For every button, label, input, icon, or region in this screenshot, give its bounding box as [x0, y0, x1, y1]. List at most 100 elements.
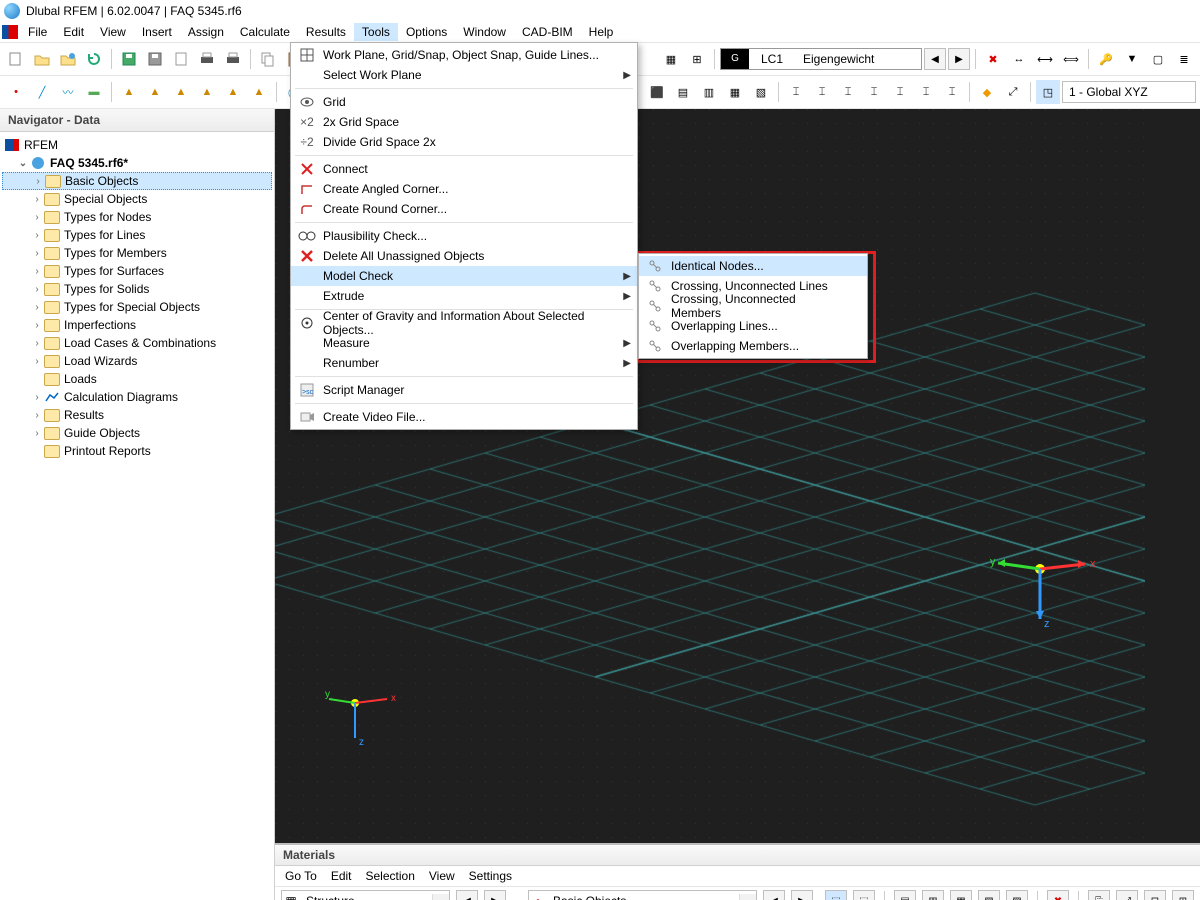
expand-icon[interactable] [30, 444, 44, 458]
materials-menu-settings[interactable]: Settings [469, 869, 512, 883]
section3-icon[interactable]: ⌶ [836, 80, 860, 104]
tree-root[interactable]: RFEM [2, 136, 272, 154]
structure-combo[interactable]: ▦ Structure ⌄ [281, 890, 450, 900]
support2-icon[interactable]: ▲ [143, 80, 167, 104]
box-icon[interactable]: ▢ [1146, 47, 1170, 71]
curve-icon[interactable]: 〰 [56, 80, 80, 104]
tree-item-guide-objects[interactable]: ›Guide Objects [2, 424, 272, 442]
refresh-icon[interactable] [82, 47, 106, 71]
load-case-selector[interactable]: G LC1 Eigengewicht [720, 48, 922, 70]
grid-btn4-icon[interactable]: ▧ [978, 890, 1000, 900]
tree-item-types-for-members[interactable]: ›Types for Members [2, 244, 272, 262]
expand-icon[interactable]: › [30, 282, 44, 296]
print2-icon[interactable] [221, 47, 245, 71]
grid-toggle-icon[interactable]: ▦ [659, 47, 683, 71]
expand-icon[interactable]: › [30, 390, 44, 404]
support3-icon[interactable]: ▲ [169, 80, 193, 104]
app-logo-icon[interactable] [2, 25, 18, 39]
submenu-item-overlapping-lines[interactable]: Overlapping Lines... [639, 316, 867, 336]
combo-next-icon[interactable]: ▶ [484, 890, 506, 900]
support6-icon[interactable]: ▲ [247, 80, 271, 104]
menu-calculate[interactable]: Calculate [232, 23, 298, 41]
misc2-icon[interactable]: ⤢ [1116, 890, 1138, 900]
materials-menu-view[interactable]: View [429, 869, 455, 883]
menu-item-create-round-corner[interactable]: Create Round Corner... [291, 199, 637, 219]
cs-plane-icon[interactable]: ◳ [1036, 80, 1060, 104]
menu-window[interactable]: Window [455, 23, 514, 41]
doc-icon[interactable] [169, 47, 193, 71]
expand-icon[interactable]: › [30, 336, 44, 350]
line-icon[interactable]: ╱ [30, 80, 54, 104]
open-cloud-icon[interactable] [56, 47, 80, 71]
menu-file[interactable]: File [20, 23, 55, 41]
lc-next-icon[interactable]: ▶ [948, 48, 970, 70]
menu-item-2x-grid-space[interactable]: ×22x Grid Space [291, 112, 637, 132]
misc4-icon[interactable]: ⊞ [1172, 890, 1194, 900]
basic-objects-combo[interactable]: • Basic Objects ⌄ [528, 890, 757, 900]
menu-item-grid[interactable]: Grid [291, 92, 637, 112]
dimension3-icon[interactable]: ⟺ [1059, 47, 1083, 71]
expand-icon[interactable]: › [31, 174, 45, 188]
layers-icon[interactable]: ≣ [1172, 47, 1196, 71]
submenu-item-identical-nodes[interactable]: Identical Nodes... [639, 256, 867, 276]
misc1-icon[interactable]: ⎘ [1088, 890, 1110, 900]
section6-icon[interactable]: ⌶ [914, 80, 938, 104]
tree-item-printout-reports[interactable]: Printout Reports [2, 442, 272, 460]
copy-icon[interactable] [256, 47, 280, 71]
color-icon[interactable]: ◆ [975, 80, 999, 104]
collapse-icon[interactable]: ⌄ [16, 156, 30, 170]
view6-icon[interactable]: ▧ [749, 80, 773, 104]
combo-prev-icon[interactable]: ◀ [456, 890, 478, 900]
tree-item-types-for-lines[interactable]: ›Types for Lines [2, 226, 272, 244]
grid-btn1-icon[interactable]: ▤ [894, 890, 916, 900]
misc3-icon[interactable]: ⊡ [1144, 890, 1166, 900]
tree-item-load-wizards[interactable]: ›Load Wizards [2, 352, 272, 370]
member-icon[interactable]: ▬ [82, 80, 106, 104]
select-mode2-icon[interactable]: ⬚ [853, 890, 875, 900]
tree-item-load-cases-combinations[interactable]: ›Load Cases & Combinations [2, 334, 272, 352]
expand-icon[interactable] [30, 372, 44, 386]
materials-menu-go-to[interactable]: Go To [285, 869, 317, 883]
new-file-icon[interactable] [4, 47, 28, 71]
menu-item-center-of-gravity-and-information-about-selected-objects[interactable]: Center of Gravity and Information About … [291, 313, 637, 333]
open-folder-icon[interactable] [30, 47, 54, 71]
save-as-icon[interactable] [143, 47, 167, 71]
menu-item-select-work-plane[interactable]: Select Work Plane▶ [291, 65, 637, 85]
menu-item-connect[interactable]: Connect [291, 159, 637, 179]
menu-insert[interactable]: Insert [134, 23, 180, 41]
cancel-icon[interactable]: ✖ [1047, 890, 1069, 900]
snap-icon[interactable]: ⊞ [685, 47, 709, 71]
combo2-prev-icon[interactable]: ◀ [763, 890, 785, 900]
expand-icon[interactable]: › [30, 426, 44, 440]
tree-item-results[interactable]: ›Results [2, 406, 272, 424]
lc-prev-icon[interactable]: ◀ [924, 48, 946, 70]
menu-item-create-angled-corner[interactable]: Create Angled Corner... [291, 179, 637, 199]
filter-icon[interactable]: ▼ [1120, 47, 1144, 71]
grid-btn5-icon[interactable]: ▨ [1006, 890, 1028, 900]
section2-icon[interactable]: ⌶ [810, 80, 834, 104]
view5-icon[interactable]: ▦ [723, 80, 747, 104]
chevron-down-icon[interactable]: ⌄ [739, 894, 756, 900]
view4-icon[interactable]: ▥ [697, 80, 721, 104]
menu-options[interactable]: Options [398, 23, 455, 41]
tree-item-types-for-solids[interactable]: ›Types for Solids [2, 280, 272, 298]
menu-item-work-plane-grid-snap-object-snap-guide-lines[interactable]: Work Plane, Grid/Snap, Object Snap, Guid… [291, 45, 637, 65]
expand-icon[interactable]: › [30, 408, 44, 422]
menu-item-extrude[interactable]: Extrude▶ [291, 286, 637, 306]
menu-item-delete-all-unassigned-objects[interactable]: Delete All Unassigned Objects [291, 246, 637, 266]
tree-file[interactable]: ⌄ FAQ 5345.rf6* [2, 154, 272, 172]
materials-menu-selection[interactable]: Selection [366, 869, 415, 883]
menu-item-divide-grid-space-2x[interactable]: ÷2Divide Grid Space 2x [291, 132, 637, 152]
menu-item-script-manager[interactable]: >scScript Manager [291, 380, 637, 400]
support1-icon[interactable]: ▲ [117, 80, 141, 104]
print-icon[interactable] [195, 47, 219, 71]
chevron-down-icon[interactable]: ⌄ [432, 894, 449, 900]
menu-item-renumber[interactable]: Renumber▶ [291, 353, 637, 373]
view3-icon[interactable]: ▤ [671, 80, 695, 104]
menu-cad-bim[interactable]: CAD-BIM [514, 23, 581, 41]
menu-item-plausibility-check[interactable]: Plausibility Check... [291, 226, 637, 246]
menu-item-measure[interactable]: Measure▶ [291, 333, 637, 353]
section7-icon[interactable]: ⌶ [940, 80, 964, 104]
tree-item-types-for-nodes[interactable]: ›Types for Nodes [2, 208, 272, 226]
submenu-item-crossing-unconnected-members[interactable]: Crossing, Unconnected Members [639, 296, 867, 316]
